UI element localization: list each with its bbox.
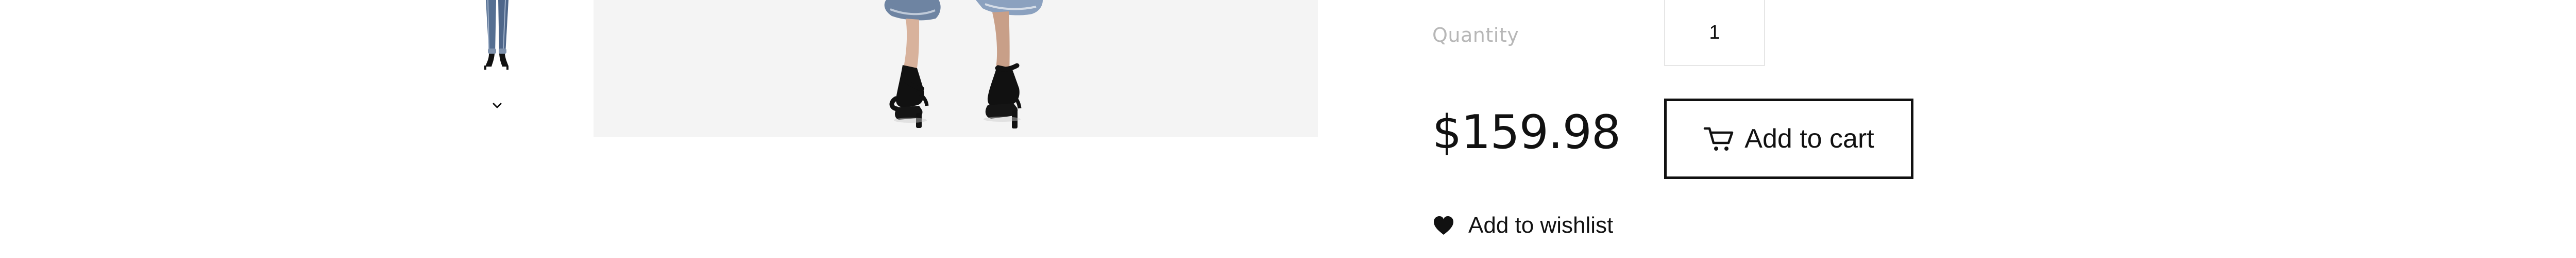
add-to-wishlist-label: Add to wishlist — [1468, 213, 1614, 238]
add-to-cart-button[interactable]: Add to cart — [1664, 99, 1913, 179]
product-page: Quantity $159.98 Add to cart Add to wish… — [0, 0, 2576, 258]
quantity-label: Quantity — [1432, 24, 1519, 46]
product-purchase-panel: Quantity $159.98 Add to cart Add to wish… — [1432, 0, 1922, 258]
chevron-down-icon — [491, 100, 503, 112]
cart-icon — [1703, 125, 1735, 153]
product-thumbnails — [466, 0, 528, 134]
add-to-cart-label: Add to cart — [1744, 124, 1874, 154]
product-main-image — [594, 0, 1318, 137]
heart-icon — [1432, 215, 1455, 236]
product-thumbnail-image[interactable] — [477, 0, 518, 70]
quantity-input[interactable] — [1664, 0, 1765, 66]
thumbnail-scroll-down-button[interactable] — [490, 99, 504, 113]
add-to-wishlist-button[interactable]: Add to wishlist — [1432, 213, 1613, 238]
product-price: $159.98 — [1432, 105, 1621, 159]
